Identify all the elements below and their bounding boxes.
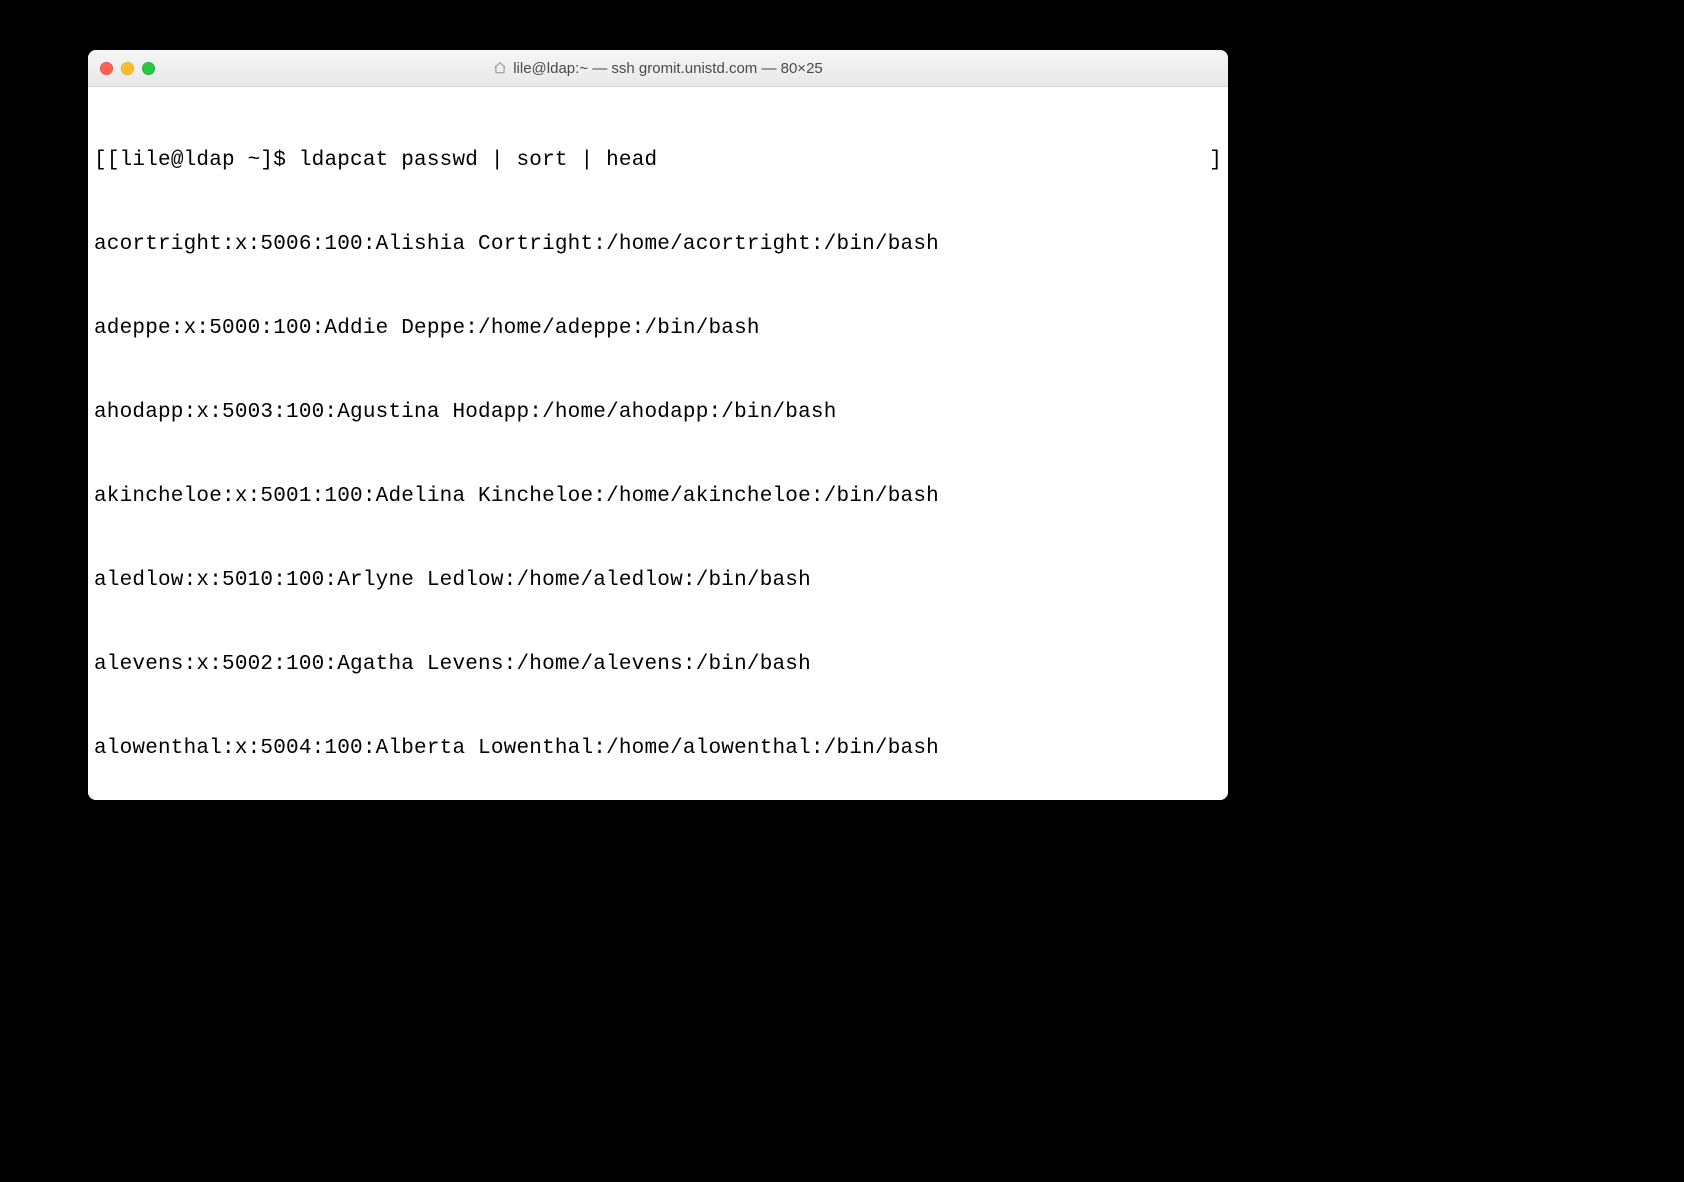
terminal-line: akincheloe:x:5001:100:Adelina Kincheloe:…	[94, 483, 1222, 511]
title-wrap: lile@ldap:~ — ssh gromit.unistd.com — 80…	[88, 60, 1228, 77]
terminal-body[interactable]: [lile@ldap ~]$ ldapcat passwd | sort | h…	[88, 87, 1228, 800]
close-button[interactable]	[100, 62, 113, 75]
terminal-line: acortright:x:5006:100:Alishia Cortright:…	[94, 231, 1222, 259]
home-icon	[493, 61, 507, 75]
titlebar: lile@ldap:~ — ssh gromit.unistd.com — 80…	[88, 50, 1228, 87]
terminal-line: [lile@ldap ~]$ ldapcat passwd | sort | h…	[94, 147, 1222, 175]
terminal-window: lile@ldap:~ — ssh gromit.unistd.com — 80…	[88, 50, 1228, 800]
minimize-button[interactable]	[121, 62, 134, 75]
terminal-line: adeppe:x:5000:100:Addie Deppe:/home/adep…	[94, 315, 1222, 343]
terminal-line: alowenthal:x:5004:100:Alberta Lowenthal:…	[94, 735, 1222, 763]
zoom-button[interactable]	[142, 62, 155, 75]
window-title: lile@ldap:~ — ssh gromit.unistd.com — 80…	[513, 60, 823, 77]
terminal-line: alevens:x:5002:100:Agatha Levens:/home/a…	[94, 651, 1222, 679]
terminal-line: aledlow:x:5010:100:Arlyne Ledlow:/home/a…	[94, 567, 1222, 595]
terminal-line: ahodapp:x:5003:100:Agustina Hodapp:/home…	[94, 399, 1222, 427]
traffic-lights	[88, 62, 155, 75]
